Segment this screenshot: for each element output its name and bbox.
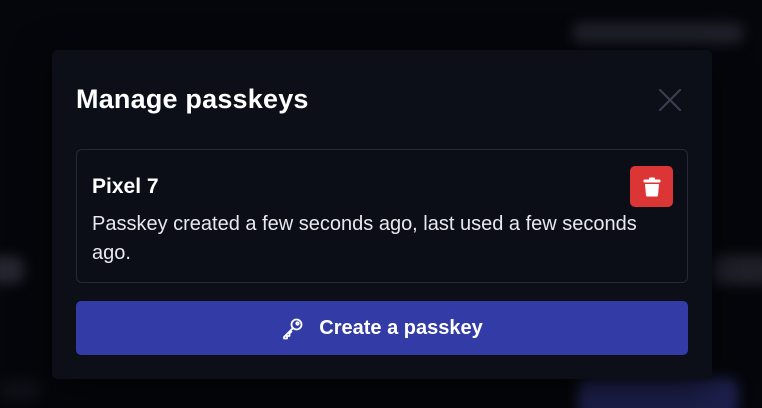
trash-icon (643, 177, 660, 196)
passkey-description: Passkey created a few seconds ago, last … (92, 213, 637, 264)
create-passkey-button[interactable]: Create a passkey (76, 301, 688, 355)
background-content (0, 256, 24, 284)
close-icon (658, 88, 682, 112)
background-content (0, 380, 40, 400)
close-button[interactable] (656, 86, 684, 114)
background-content (578, 378, 738, 408)
key-icon (281, 316, 305, 340)
passkey-item: Pixel 7 Passkey created a few seconds ag… (76, 149, 688, 283)
passkey-name: Pixel 7 (92, 175, 159, 198)
background-content (712, 255, 762, 285)
manage-passkeys-dialog: Manage passkeys Pixel 7 Passkey created … (52, 50, 712, 379)
background-content (572, 22, 744, 44)
delete-passkey-button[interactable] (630, 166, 673, 207)
dialog-title: Manage passkeys (76, 84, 309, 114)
create-passkey-label: Create a passkey (319, 316, 483, 339)
